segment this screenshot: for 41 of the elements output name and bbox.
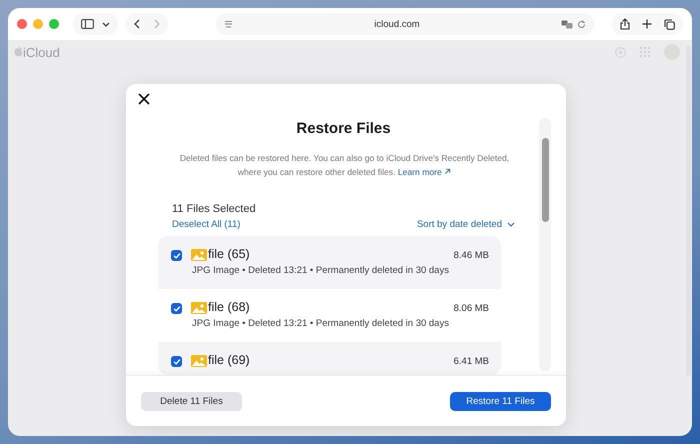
image-file-icon <box>191 355 207 367</box>
close-window-button[interactable] <box>17 19 27 29</box>
file-size: 6.41 MB <box>454 356 489 367</box>
translate-icon[interactable] <box>560 20 573 28</box>
deselect-all-link[interactable]: Deselect All (11) <box>172 219 240 230</box>
page-menu-icon[interactable] <box>224 20 233 28</box>
new-tab-icon[interactable] <box>642 19 652 29</box>
checkbox[interactable] <box>171 356 182 367</box>
delete-button[interactable]: Delete 11 Files <box>141 392 242 410</box>
close-icon[interactable] <box>138 93 150 105</box>
file-name: file (65) <box>208 247 250 261</box>
image-file-icon <box>191 249 207 261</box>
learn-more-link[interactable]: Learn more <box>398 167 452 177</box>
chevron-down-icon[interactable] <box>507 222 515 227</box>
back-icon[interactable] <box>134 19 140 29</box>
file-size: 8.46 MB <box>454 250 489 261</box>
sort-menu[interactable]: Sort by date deleted <box>416 219 515 230</box>
file-row[interactable]: file (68) JPG Image • Deleted 13:21 • Permanently deleted in 30 days 8.06 MB <box>158 289 501 342</box>
file-size: 8.06 MB <box>454 303 489 314</box>
file-name: file (69) <box>208 353 250 367</box>
checkbox[interactable] <box>171 250 182 261</box>
reload-icon[interactable] <box>576 20 586 28</box>
external-link-icon[interactable] <box>444 168 452 175</box>
description-text: Deleted files can be restored here. You can also go to iCloud Drive's Recently Deleted, where you can restore other deleted files. Learn more <box>178 152 510 179</box>
app-name: iCloud <box>23 44 60 60</box>
page-scrollbar[interactable] <box>686 46 691 376</box>
apple-logo-icon <box>14 46 23 56</box>
file-details: JPG Image • Deleted 13:21 • Permanently deleted in 30 days <box>192 318 449 329</box>
checkbox[interactable] <box>171 303 182 314</box>
image-file-icon <box>191 302 207 314</box>
sidebar-icon[interactable] <box>81 19 94 29</box>
selection-count: 11 Files Selected <box>172 203 256 215</box>
restore-button[interactable]: Restore 11 Files <box>450 392 551 410</box>
share-icon[interactable] <box>620 18 630 30</box>
dialog-title: Restore Files <box>295 120 391 137</box>
tabs-overview-icon[interactable] <box>664 18 675 30</box>
chevron-down-icon[interactable] <box>102 22 110 26</box>
address-bar[interactable]: icloud.com <box>374 18 420 30</box>
file-details: JPG Image • Deleted 13:21 • Permanently deleted in 30 days <box>192 265 449 276</box>
file-name: file (68) <box>208 300 250 314</box>
scrollbar[interactable] <box>539 118 551 371</box>
